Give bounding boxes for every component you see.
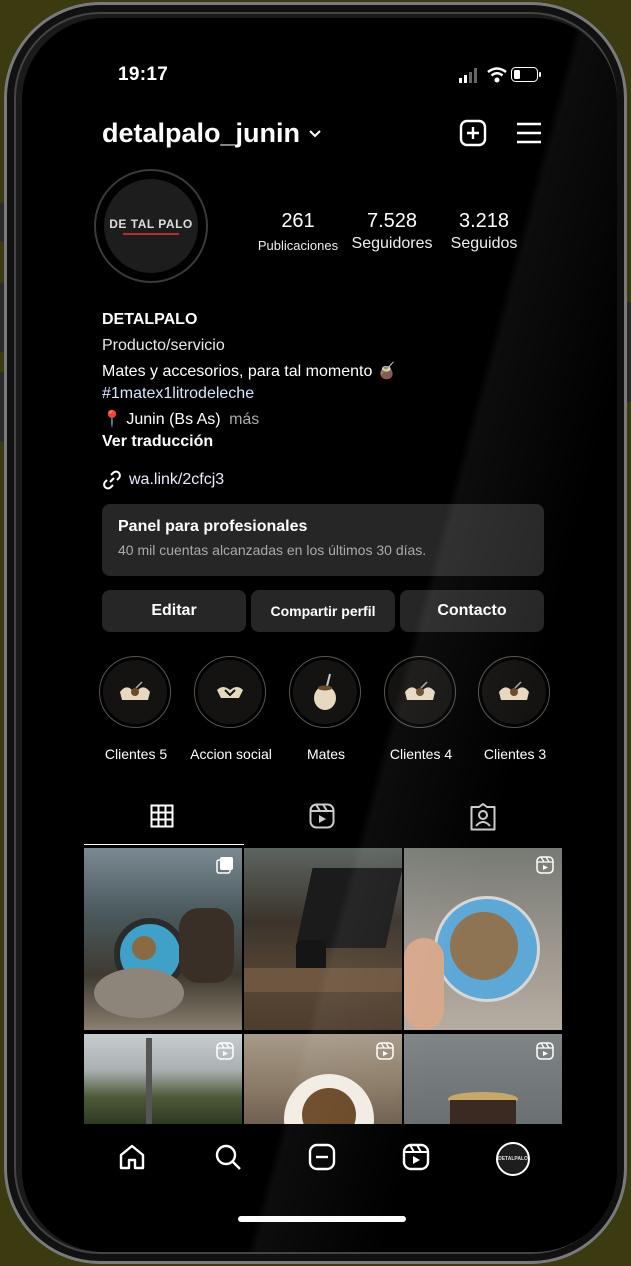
reel-icon <box>376 1042 394 1060</box>
stat-posts-count: 261 <box>281 210 315 232</box>
home-icon[interactable] <box>118 1143 146 1171</box>
profile-avatar-nav[interactable]: DETALPALO <box>496 1142 530 1176</box>
stat-posts-label: Publicaciones <box>257 238 339 253</box>
reels-icon[interactable] <box>402 1143 430 1171</box>
nav-avatar-text: DETALPALO <box>498 1156 528 1162</box>
link-icon <box>103 470 121 490</box>
search-icon[interactable] <box>214 1143 242 1171</box>
volume-up-button <box>0 282 4 352</box>
profile-avatar[interactable]: DE TAL PALO <box>94 169 208 283</box>
highlight-item[interactable]: Accion social <box>190 656 272 762</box>
reel-icon <box>216 1042 234 1060</box>
wifi-icon <box>487 67 507 83</box>
bio-location-row: 📍 Junin (Bs As) más <box>102 409 259 429</box>
post-thumbnail[interactable] <box>244 848 402 1030</box>
new-post-icon[interactable] <box>308 1143 336 1171</box>
create-post-icon[interactable] <box>458 118 488 148</box>
mute-switch <box>0 202 4 242</box>
posts-grid <box>84 848 562 1124</box>
stat-followers[interactable]: 7.528 Seguidores <box>344 210 440 253</box>
panel-subtitle: 40 mil cuentas alcanzadas en los últimos… <box>118 542 427 558</box>
highlight-label: Clientes 5 <box>104 746 168 762</box>
stat-following-count: 3.218 <box>458 210 510 232</box>
volume-down-button <box>0 372 4 442</box>
logo-underline <box>123 233 179 235</box>
phone-frame: 19:17 detalpalo_junin DE TAL PALO 261 Pu… <box>0 2 631 1264</box>
chevron-down-icon[interactable] <box>308 129 322 139</box>
see-translation-link[interactable]: Ver traducción <box>102 433 213 451</box>
post-thumbnail[interactable] <box>404 848 562 1030</box>
post-thumbnail[interactable] <box>244 1034 402 1124</box>
screen: 19:17 detalpalo_junin DE TAL PALO 261 Pu… <box>22 18 617 1252</box>
share-profile-button[interactable]: Compartir perfil <box>251 590 395 632</box>
profile-link[interactable]: wa.link/2cfcj3 <box>129 471 224 489</box>
bottom-navigation: DETALPALO <box>22 1124 617 1194</box>
panel-title: Panel para profesionales <box>118 518 308 535</box>
post-thumbnail[interactable] <box>84 1034 242 1124</box>
post-thumbnail[interactable] <box>84 848 242 1030</box>
stat-posts[interactable]: 261 Publicaciones <box>250 210 346 253</box>
professional-dashboard[interactable]: Panel para profesionales 40 mil cuentas … <box>102 504 544 576</box>
highlight-item[interactable]: Mates <box>289 656 363 762</box>
highlight-label: Mates <box>306 746 346 762</box>
post-thumbnail[interactable] <box>404 1034 562 1124</box>
mate-gourd-icon <box>314 673 336 710</box>
reels-tab-icon[interactable] <box>309 803 335 829</box>
bio-line: Mates y accesorios, para tal momento 🧉 <box>102 363 397 380</box>
power-button <box>627 302 631 402</box>
menu-icon[interactable] <box>514 118 544 148</box>
bio-location: 📍 Junin (Bs As) <box>102 411 221 428</box>
active-tab-indicator <box>84 844 244 845</box>
hands-mate-icon <box>405 681 435 700</box>
grid-icon[interactable] <box>150 804 174 828</box>
contact-button[interactable]: Contacto <box>400 590 544 632</box>
profile-username[interactable]: detalpalo_junin <box>102 118 300 149</box>
reel-icon <box>536 856 554 874</box>
home-indicator[interactable] <box>238 1216 406 1222</box>
stat-following[interactable]: 3.218 Seguidos <box>436 210 532 253</box>
highlight-item[interactable]: Clientes 5 <box>99 656 173 762</box>
stat-followers-label: Seguidores <box>351 235 433 252</box>
avatar-logo: DE TAL PALO <box>104 179 198 273</box>
stat-following-label: Seguidos <box>450 235 518 252</box>
avatar-logo-text: DE TAL PALO <box>109 217 193 231</box>
status-time: 19:17 <box>118 64 169 85</box>
signal-icon <box>459 68 477 83</box>
carousel-icon <box>216 857 233 874</box>
bio-hashtag[interactable]: #1matex1litrodeleche <box>102 385 254 403</box>
stat-followers-count: 7.528 <box>366 210 418 232</box>
handshake-icon <box>217 687 243 698</box>
hands-mate-icon <box>120 681 150 700</box>
battery-icon <box>511 67 541 82</box>
profile-name: DETALPALO <box>102 311 198 328</box>
reel-icon <box>536 1042 554 1060</box>
highlight-item[interactable]: Clientes 3 <box>478 656 552 762</box>
status-icons <box>459 67 541 83</box>
highlight-label: Accion social <box>190 746 272 762</box>
hands-mate-icon <box>499 681 529 700</box>
edit-profile-button[interactable]: Editar <box>102 590 246 632</box>
highlight-label: Clientes 4 <box>389 746 453 762</box>
highlight-label: Clientes 3 <box>483 746 547 762</box>
bio-more-link[interactable]: más <box>229 411 259 428</box>
profile-category: Producto/servicio <box>102 337 225 354</box>
tagged-icon[interactable] <box>470 803 496 831</box>
highlight-item[interactable]: Clientes 4 <box>384 656 458 762</box>
